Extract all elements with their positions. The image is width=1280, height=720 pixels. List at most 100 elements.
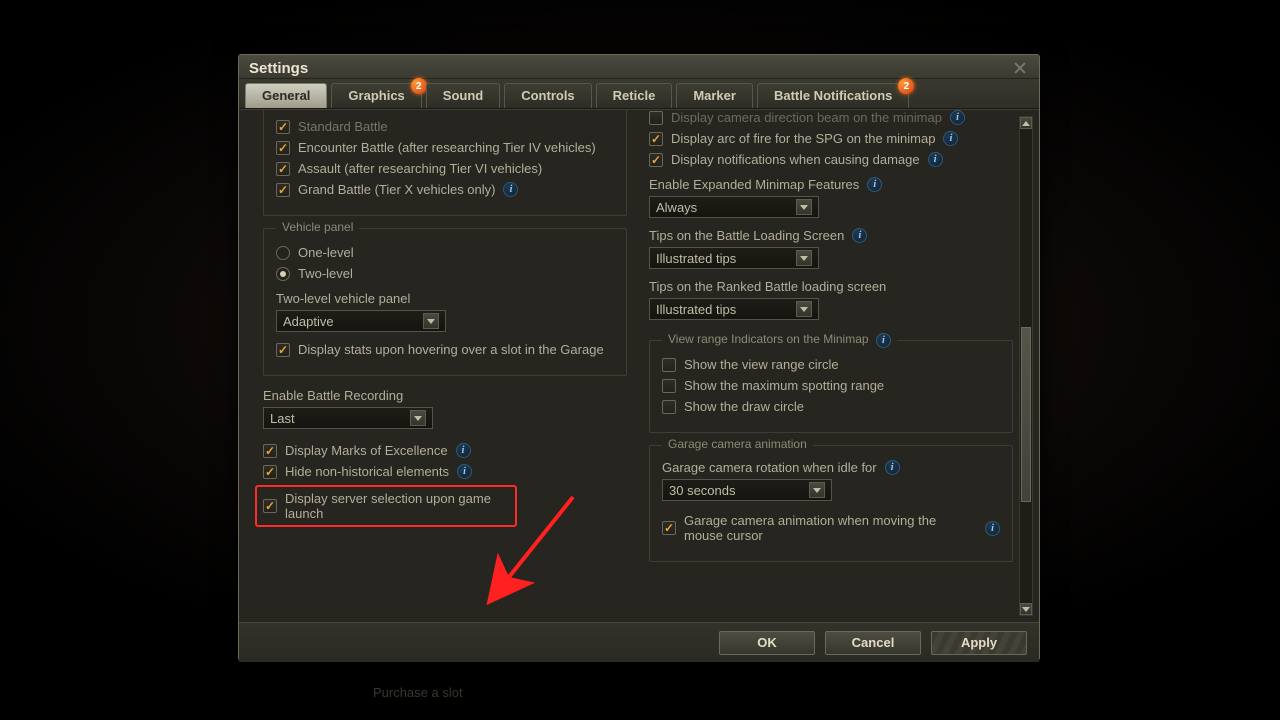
label: Grand Battle (Tier X vehicles only) (298, 182, 495, 197)
select-battle-recording[interactable]: Last (263, 407, 433, 429)
label: Show the maximum spotting range (684, 378, 884, 393)
label: Tips on the Ranked Battle loading screen (649, 279, 886, 294)
radio-two-level[interactable] (276, 267, 290, 281)
select-value: Always (656, 200, 697, 215)
label: Garage camera animation when moving the … (684, 513, 977, 543)
ok-button[interactable]: OK (719, 631, 815, 655)
checkbox-hover-stats[interactable] (276, 343, 290, 357)
settings-window: Settings General Graphics2 Sound Control… (238, 54, 1040, 661)
label: Two-level (298, 266, 353, 281)
tab-sound[interactable]: Sound (426, 83, 500, 108)
tab-label: Controls (521, 88, 574, 103)
select-tips-loading[interactable]: Illustrated tips (649, 247, 819, 269)
tab-bar: General Graphics2 Sound Controls Reticle… (239, 79, 1039, 109)
tab-general[interactable]: General (245, 83, 327, 108)
tab-battle-notifications[interactable]: Battle Notifications2 (757, 83, 909, 108)
select-value: Illustrated tips (656, 302, 736, 317)
battle-types-group: Standard Battle Encounter Battle (after … (263, 109, 627, 216)
tab-controls[interactable]: Controls (504, 83, 591, 108)
highlighted-option: Display server selection upon game launc… (255, 485, 517, 527)
info-icon[interactable]: i (950, 110, 965, 125)
info-icon[interactable]: i (852, 228, 867, 243)
tab-label: Battle Notifications (774, 88, 892, 103)
group-legend: Vehicle panel (276, 220, 359, 234)
scroll-thumb[interactable] (1021, 327, 1031, 502)
checkbox-damage-notify[interactable] (649, 153, 663, 167)
chevron-down-icon (796, 199, 812, 215)
view-range-group: View range Indicators on the Minimap i S… (649, 340, 1013, 433)
garage-camera-group: Garage camera animation Garage camera ro… (649, 445, 1013, 562)
checkbox-draw-circle[interactable] (662, 400, 676, 414)
bg-purchase-hint: Purchase a slot (373, 685, 463, 700)
info-icon[interactable]: i (943, 131, 958, 146)
select-value: Adaptive (283, 314, 334, 329)
left-column: Standard Battle Encounter Battle (after … (249, 110, 627, 622)
scrollbar[interactable] (1019, 116, 1033, 616)
label: Show the view range circle (684, 357, 839, 372)
checkbox-grand-battle[interactable] (276, 183, 290, 197)
label: Hide non-historical elements (285, 464, 449, 479)
info-icon[interactable]: i (867, 177, 882, 192)
scroll-down-icon[interactable] (1020, 603, 1032, 615)
select-value: Last (270, 411, 295, 426)
cancel-button[interactable]: Cancel (825, 631, 921, 655)
chevron-down-icon (423, 313, 439, 329)
info-icon[interactable]: i (885, 460, 900, 475)
group-legend: View range Indicators on the Minimap i (662, 332, 897, 348)
checkbox-hide-nonhistorical[interactable] (263, 465, 277, 479)
checkbox-view-range-circle[interactable] (662, 358, 676, 372)
scroll-up-icon[interactable] (1020, 117, 1032, 129)
label: Standard Battle (298, 119, 388, 134)
info-icon[interactable]: i (456, 443, 471, 458)
label: Tips on the Battle Loading Screen (649, 228, 844, 243)
chevron-down-icon (809, 482, 825, 498)
tab-marker[interactable]: Marker (676, 83, 753, 108)
select-expanded-minimap[interactable]: Always (649, 196, 819, 218)
label: Encounter Battle (after researching Tier… (298, 140, 596, 155)
window-title: Settings (249, 60, 308, 77)
checkbox-arc-of-fire[interactable] (649, 132, 663, 146)
select-two-level-panel[interactable]: Adaptive (276, 310, 446, 332)
checkbox-assault[interactable] (276, 162, 290, 176)
label: Display server selection upon game launc… (285, 491, 509, 521)
select-tips-ranked[interactable]: Illustrated tips (649, 298, 819, 320)
footer: OK Cancel Apply (239, 622, 1039, 662)
info-icon[interactable]: i (876, 333, 891, 348)
info-icon[interactable]: i (503, 182, 518, 197)
label: Display arc of fire for the SPG on the m… (671, 131, 935, 146)
label: Garage camera rotation when idle for (662, 460, 877, 475)
checkbox-encounter-battle[interactable] (276, 141, 290, 155)
tab-label: Marker (693, 88, 736, 103)
chevron-down-icon (410, 410, 426, 426)
label: Show the draw circle (684, 399, 804, 414)
vehicle-panel-group: Vehicle panel One-level Two-level Two-le… (263, 228, 627, 376)
checkbox-standard-battle[interactable] (276, 120, 290, 134)
notification-badge: 2 (411, 78, 427, 94)
tab-label: Reticle (613, 88, 656, 103)
select-garage-rotation[interactable]: 30 seconds (662, 479, 832, 501)
label: Assault (after researching Tier VI vehic… (298, 161, 542, 176)
label: One-level (298, 245, 354, 260)
tab-label: Graphics (348, 88, 404, 103)
tab-graphics[interactable]: Graphics2 (331, 83, 421, 108)
checkbox-max-spotting[interactable] (662, 379, 676, 393)
notification-badge: 2 (898, 78, 914, 94)
titlebar: Settings (239, 55, 1039, 79)
checkbox-marks-excellence[interactable] (263, 444, 277, 458)
right-column: Display camera direction beam on the min… (645, 110, 1013, 622)
info-icon[interactable]: i (928, 152, 943, 167)
radio-one-level[interactable] (276, 246, 290, 260)
checkbox-garage-mouse-anim[interactable] (662, 521, 676, 535)
select-value: Illustrated tips (656, 251, 736, 266)
settings-body: Standard Battle Encounter Battle (after … (239, 109, 1039, 622)
tab-reticle[interactable]: Reticle (596, 83, 673, 108)
checkbox-camera-beam[interactable] (649, 111, 663, 125)
info-icon[interactable]: i (985, 521, 1000, 536)
checkbox-server-selection[interactable] (263, 499, 277, 513)
label: Display stats upon hovering over a slot … (298, 342, 604, 357)
close-icon[interactable] (1011, 59, 1029, 77)
apply-button[interactable]: Apply (931, 631, 1027, 655)
info-icon[interactable]: i (457, 464, 472, 479)
chevron-down-icon (796, 301, 812, 317)
label: Display camera direction beam on the min… (671, 110, 942, 125)
